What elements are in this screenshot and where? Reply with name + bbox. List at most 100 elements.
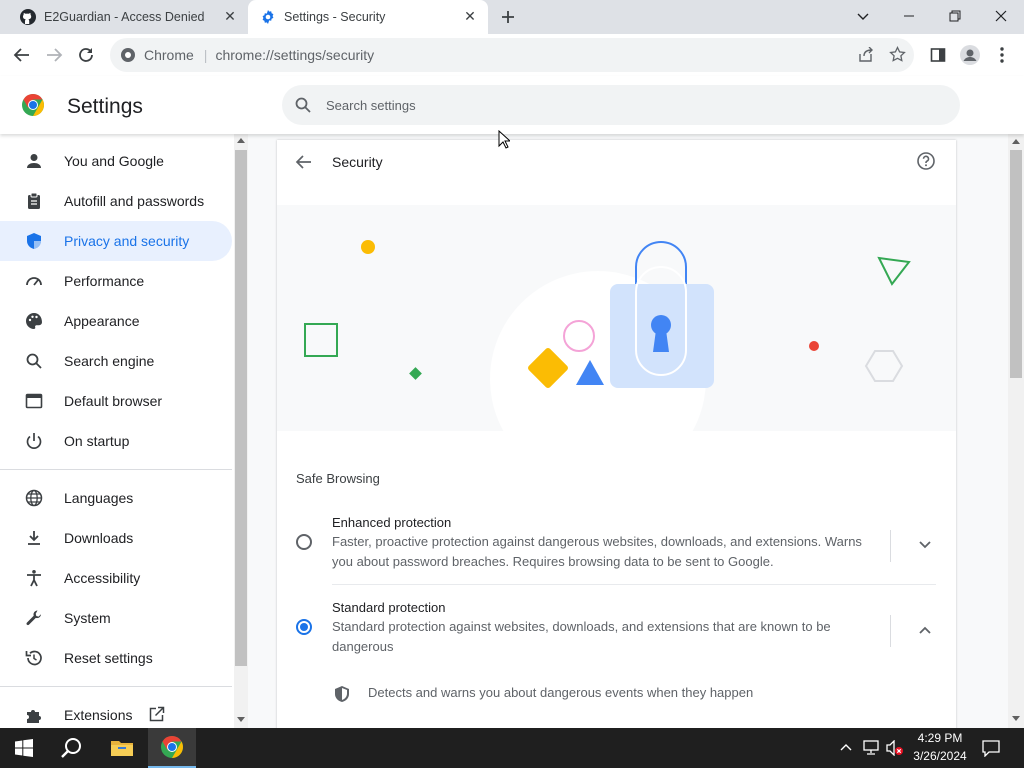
search-icon	[24, 351, 44, 371]
sidebar-item-label: Search engine	[64, 353, 155, 369]
sidebar-item-label: Default browser	[64, 393, 163, 409]
puzzle-icon	[24, 705, 44, 725]
search-icon	[294, 96, 312, 114]
help-icon[interactable]	[916, 151, 936, 171]
windows-taskbar: 4:29 PM 3/26/2024	[0, 728, 1024, 768]
sidebar-item-appearance[interactable]: Appearance	[0, 301, 232, 341]
search-placeholder: Search settings	[326, 97, 416, 113]
profile-avatar[interactable]	[958, 43, 982, 67]
sidebar-item-label: Privacy and security	[64, 233, 190, 249]
sidebar-item-accessibility[interactable]: Accessibility	[0, 558, 232, 598]
windows-start-icon[interactable]	[0, 728, 48, 768]
sidebar-item-on-startup[interactable]: On startup	[0, 421, 232, 461]
new-tab-icon[interactable]	[498, 7, 518, 27]
external-link-icon	[148, 706, 165, 726]
network-icon[interactable]	[862, 740, 880, 761]
option-enhanced-protection[interactable]: Enhanced protection Faster, proactive pr…	[277, 510, 956, 584]
chevron-up-icon[interactable]	[918, 622, 932, 640]
close-tab-icon[interactable]: ✕	[462, 8, 478, 24]
star-icon[interactable]	[889, 45, 906, 66]
sidebar-item-autofill[interactable]: Autofill and passwords	[0, 181, 232, 221]
sidebar-item-downloads[interactable]: Downloads	[0, 518, 232, 558]
volume-muted-icon[interactable]	[886, 739, 904, 761]
scrollbar-thumb[interactable]	[1010, 150, 1022, 378]
tab-e2guardian[interactable]: E2Guardian - Access Denied ✕	[0, 0, 248, 34]
search-settings-field[interactable]: Search settings	[282, 85, 960, 125]
restore-icon[interactable]	[932, 0, 978, 32]
sidebar-item-search-engine[interactable]: Search engine	[0, 341, 232, 381]
power-icon	[24, 431, 44, 451]
github-icon	[20, 9, 36, 25]
address-bar[interactable]: Chrome | chrome://settings/security	[110, 38, 914, 72]
option-desc-line2: you about password breaches. Requires br…	[332, 554, 774, 569]
page-title: Security	[332, 154, 383, 170]
option-desc-line2: dangerous	[332, 639, 394, 654]
divider	[890, 615, 891, 647]
chrome-taskbar-icon[interactable]	[148, 728, 196, 768]
chrome-logo-icon	[21, 93, 45, 117]
clock-date[interactable]: 3/26/2024	[908, 749, 972, 763]
tab-search-icon[interactable]	[840, 0, 886, 32]
option-title: Standard protection	[332, 600, 446, 615]
sidebar-item-you-and-google[interactable]: You and Google	[0, 141, 232, 181]
shield-check-icon	[333, 685, 351, 703]
reload-icon[interactable]	[74, 43, 98, 67]
sidebar-divider	[0, 469, 232, 470]
back-arrow-icon[interactable]	[295, 153, 315, 173]
sidebar-item-reset-settings[interactable]: Reset settings	[0, 638, 232, 678]
chevron-down-icon[interactable]	[918, 537, 932, 555]
option-standard-protection[interactable]: Standard protection Standard protection …	[277, 595, 956, 669]
tab-settings-security[interactable]: Settings - Security ✕	[248, 0, 488, 34]
sidebar-item-default-browser[interactable]: Default browser	[0, 381, 232, 421]
forward-icon[interactable]	[42, 43, 66, 67]
lock-illustration-icon	[304, 240, 911, 487]
site-name: Chrome	[144, 47, 194, 63]
option-desc-line1: Standard protection against websites, do…	[332, 619, 831, 634]
chrome-icon	[120, 47, 136, 63]
clock-time[interactable]: 4:29 PM	[908, 731, 972, 745]
scroll-up-arrow-icon[interactable]	[237, 138, 245, 143]
scroll-down-arrow-icon[interactable]	[237, 717, 245, 722]
show-hidden-icons-icon[interactable]	[840, 741, 852, 759]
sidebar: You and Google Autofill and passwords Pr…	[0, 134, 248, 728]
speedometer-icon	[24, 271, 44, 291]
sidebar-scrollbar[interactable]	[234, 134, 248, 728]
close-window-icon[interactable]	[978, 0, 1024, 32]
menu-icon[interactable]	[990, 43, 1014, 67]
scroll-down-arrow-icon[interactable]	[1012, 716, 1020, 721]
radio-enhanced[interactable]	[296, 534, 312, 550]
main-scrollbar[interactable]	[1008, 134, 1024, 728]
sidebar-item-performance[interactable]: Performance	[0, 261, 232, 301]
share-icon[interactable]	[858, 46, 874, 66]
minimize-icon[interactable]	[886, 0, 932, 32]
back-icon[interactable]	[10, 43, 34, 67]
sidebar-item-system[interactable]: System	[0, 598, 232, 638]
sidebar-item-privacy-and-security[interactable]: Privacy and security	[0, 221, 232, 261]
security-card: Security Safe Browsing Enhanced protecti…	[277, 140, 956, 730]
sidebar-item-label: Downloads	[64, 530, 134, 546]
sidebar-item-extensions[interactable]: Extensions	[0, 695, 232, 728]
shield-icon	[24, 231, 44, 251]
notifications-icon[interactable]	[982, 740, 1000, 762]
option-desc-line1: Faster, proactive protection against dan…	[332, 534, 862, 549]
file-explorer-icon[interactable]	[98, 728, 146, 768]
url-separator: |	[203, 47, 208, 63]
taskbar-search-icon[interactable]	[48, 728, 96, 768]
sidebar-item-languages[interactable]: Languages	[0, 478, 232, 518]
row-separator	[332, 584, 936, 585]
globe-icon	[24, 488, 44, 508]
sidebar-item-label: Autofill and passwords	[64, 193, 205, 209]
sidebar-item-label: Appearance	[64, 313, 140, 329]
tab-title: Settings - Security	[284, 10, 386, 24]
sidebar-item-label: You and Google	[64, 153, 164, 169]
scroll-up-arrow-icon[interactable]	[1012, 139, 1020, 144]
radio-standard[interactable]	[296, 619, 312, 635]
sidebar-item-label: Languages	[64, 490, 134, 506]
settings-title: Settings	[67, 95, 143, 118]
section-title: Safe Browsing	[296, 471, 380, 486]
scrollbar-thumb[interactable]	[235, 150, 247, 666]
tab-strip: E2Guardian - Access Denied ✕ Settings - …	[0, 0, 1024, 34]
close-tab-icon[interactable]: ✕	[222, 8, 238, 24]
side-panel-icon[interactable]	[926, 43, 950, 67]
mouse-cursor-icon	[498, 129, 512, 154]
